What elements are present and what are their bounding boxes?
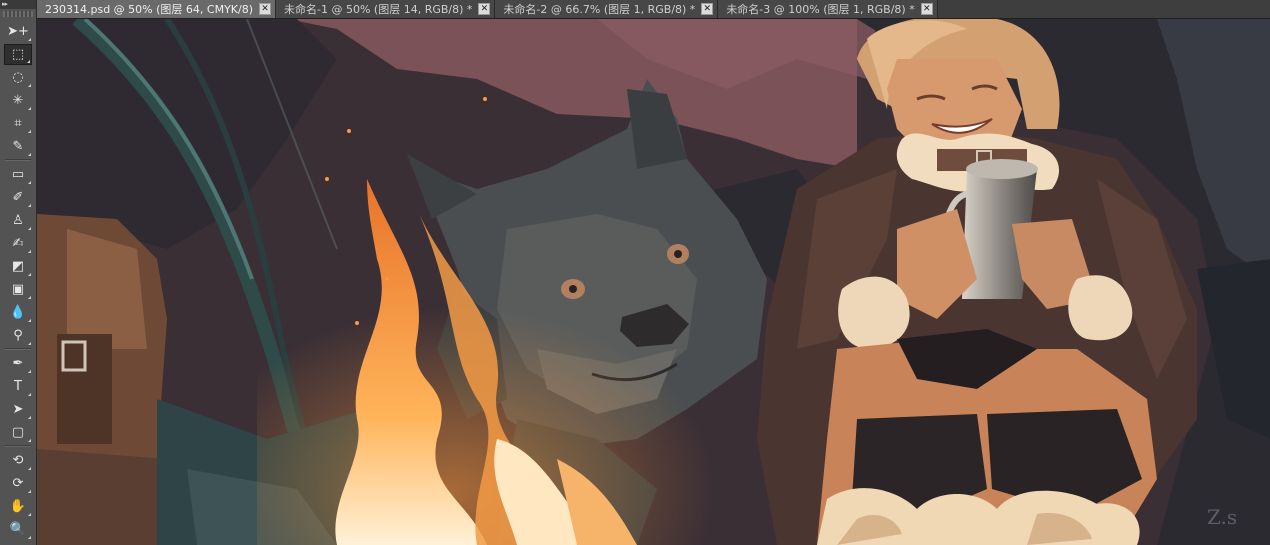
eyedropper-icon: ✎ [12, 139, 24, 154]
healing-brush-icon: ▭ [11, 167, 25, 182]
tool-flyout-indicator [28, 273, 31, 276]
pen-tool[interactable]: ✒ [4, 353, 32, 374]
gradient-tool[interactable]: ▣ [4, 279, 32, 300]
close-icon[interactable]: ✕ [478, 3, 491, 15]
tab-label: 230314.psd @ 50% (图层 64, CMYK/8) [45, 3, 254, 16]
hand-tool[interactable]: ✋ [4, 496, 32, 517]
tab-label: 未命名-3 @ 100% (图层 1, RGB/8) * [726, 3, 915, 16]
marquee-icon: ⬚ [11, 47, 25, 62]
type-icon: T [14, 379, 22, 394]
tool-flyout-indicator [28, 130, 31, 133]
tool-flyout-indicator [28, 107, 31, 110]
crop-tool[interactable]: ⌗ [4, 113, 32, 134]
tool-flyout-indicator [28, 153, 31, 156]
tool-separator [5, 445, 31, 447]
toolbox: ▸▸ ➤+ ⬚ ◌ ✳ ⌗ ✎ ▭ ✐ ♙ ✍ ◩ ▣ 💧 ⚲ ✒ T ➤ ▢ ⟲ ⟳ ✋ 🔍 [0, 0, 37, 545]
pen-icon: ✒ [12, 356, 24, 371]
tool-flyout-indicator [28, 319, 31, 322]
quick-select-icon: ✳ [12, 93, 24, 108]
brush-icon: ✐ [12, 190, 24, 205]
eraser-icon: ◩ [11, 259, 25, 274]
tab-label: 未命名-1 @ 50% (图层 14, RGB/8) * [284, 3, 473, 16]
close-icon[interactable]: ✕ [701, 3, 714, 15]
tool-flyout-indicator [28, 204, 31, 207]
tool-flyout-indicator [28, 467, 31, 470]
3d-orbit-tool[interactable]: ⟳ [4, 473, 32, 494]
brush-tool[interactable]: ✐ [4, 187, 32, 208]
history-brush-tool[interactable]: ✍ [4, 233, 32, 254]
tool-separator [5, 348, 31, 350]
tool-flyout-indicator [28, 513, 31, 516]
tool-flyout-indicator [28, 38, 31, 41]
tool-flyout-indicator [28, 181, 31, 184]
history-brush-icon: ✍ [12, 236, 24, 251]
tool-flyout-indicator [27, 60, 30, 63]
tool-flyout-indicator [28, 227, 31, 230]
path-select-icon: ➤ [12, 402, 24, 417]
document-tab-bar: 230314.psd @ 50% (图层 64, CMYK/8) ✕ 未命名-1… [37, 0, 1270, 19]
move-tool[interactable]: ➤+ [4, 21, 32, 42]
gradient-icon: ▣ [11, 282, 25, 297]
tab-document-1[interactable]: 230314.psd @ 50% (图层 64, CMYK/8) ✕ [37, 0, 277, 18]
healing-brush-tool[interactable]: ▭ [4, 164, 32, 185]
eraser-tool[interactable]: ◩ [4, 256, 32, 277]
tool-flyout-indicator [28, 439, 31, 442]
artist-signature: Z.s [1207, 505, 1237, 529]
type-tool[interactable]: T [4, 376, 32, 397]
crop-icon: ⌗ [14, 116, 22, 131]
marquee-tool[interactable]: ⬚ [4, 44, 32, 65]
dodge-icon: ⚲ [13, 328, 23, 343]
tool-flyout-indicator [28, 250, 31, 253]
blur-icon: 💧 [9, 305, 27, 320]
tool-flyout-indicator [28, 416, 31, 419]
tool-flyout-indicator [28, 296, 31, 299]
zoom-tool[interactable]: 🔍 [4, 519, 32, 540]
photoshop-window: ▸▸ ➤+ ⬚ ◌ ✳ ⌗ ✎ ▭ ✐ ♙ ✍ ◩ ▣ 💧 ⚲ ✒ T ➤ ▢ ⟲ ⟳ ✋ 🔍 230314.psd @ … [0, 0, 1270, 545]
tool-flyout-indicator [28, 536, 31, 539]
lasso-tool[interactable]: ◌ [4, 67, 32, 88]
shape-icon: ▢ [11, 425, 25, 440]
toolbox-drag-handle[interactable] [3, 11, 33, 17]
document-canvas[interactable]: Z.s [37, 19, 1270, 545]
tool-flyout-indicator [28, 370, 31, 373]
painting-artwork: Z.s [37, 19, 1270, 545]
tab-document-2[interactable]: 未命名-1 @ 50% (图层 14, RGB/8) * ✕ [276, 0, 496, 18]
tool-flyout-indicator [28, 393, 31, 396]
tool-flyout-indicator [28, 342, 31, 345]
tab-label: 未命名-2 @ 66.7% (图层 1, RGB/8) * [503, 3, 696, 16]
close-icon[interactable]: ✕ [259, 3, 272, 15]
tool-separator [5, 159, 31, 161]
close-icon[interactable]: ✕ [920, 3, 933, 15]
clone-stamp-tool[interactable]: ♙ [4, 210, 32, 231]
quick-select-tool[interactable]: ✳ [4, 90, 32, 111]
move-icon: ➤+ [7, 24, 29, 39]
fur-cuff-left [838, 276, 910, 349]
blur-tool[interactable]: 💧 [4, 302, 32, 323]
shape-tool[interactable]: ▢ [4, 422, 32, 443]
tool-flyout-indicator [28, 84, 31, 87]
eyedropper-tool[interactable]: ✎ [4, 136, 32, 157]
toolbox-collapse-grip[interactable]: ▸▸ [0, 0, 36, 9]
clone-stamp-icon: ♙ [12, 213, 24, 228]
tab-document-3[interactable]: 未命名-2 @ 66.7% (图层 1, RGB/8) * ✕ [495, 0, 719, 18]
dodge-tool[interactable]: ⚲ [4, 325, 32, 346]
3d-rotate-tool[interactable]: ⟲ [4, 450, 32, 471]
tool-list: ➤+ ⬚ ◌ ✳ ⌗ ✎ ▭ ✐ ♙ ✍ ◩ ▣ 💧 ⚲ ✒ T ➤ ▢ ⟲ ⟳ ✋ 🔍 [0, 21, 36, 540]
tab-document-4[interactable]: 未命名-3 @ 100% (图层 1, RGB/8) * ✕ [718, 0, 938, 18]
lasso-icon: ◌ [12, 70, 24, 85]
3d-orbit-icon: ⟳ [12, 476, 24, 491]
zoom-icon: 🔍 [9, 522, 27, 537]
tool-flyout-indicator [28, 490, 31, 493]
hand-icon: ✋ [9, 499, 27, 514]
3d-rotate-icon: ⟲ [12, 453, 24, 468]
path-select-tool[interactable]: ➤ [4, 399, 32, 420]
